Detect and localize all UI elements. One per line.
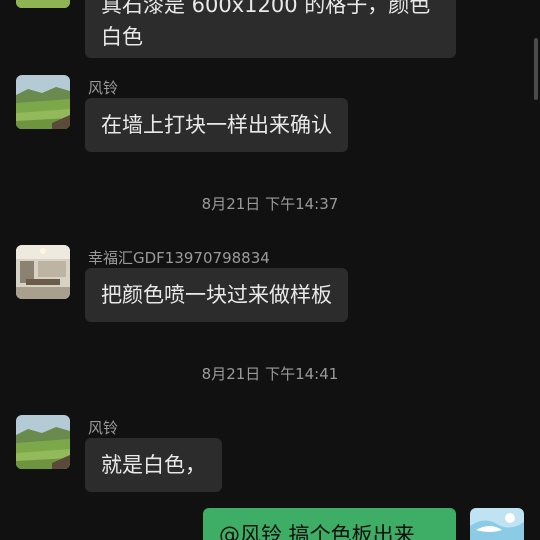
message-text: 把颜色喷一块过来做样板 [101,283,332,307]
sender-name: 风铃 [88,419,119,437]
message-bubble[interactable]: 在墙上打块一样出来确认 [85,98,348,152]
self-message-bubble[interactable]: @风铃 搞个色板出来 [203,508,456,540]
message-bubble[interactable]: 真石漆是 600x1200 的格子，颜色 白色 [85,0,456,58]
message-text-line: 真石漆是 600x1200 的格子，颜色 [101,0,431,17]
message-bubble[interactable]: 把颜色喷一块过来做样板 [85,268,348,322]
timestamp: 8月21日 下午14:41 [201,365,339,383]
timestamp: 8月21日 下午14:37 [201,195,339,213]
chat-screen: 真石漆是 600x1200 的格子，颜色 白色 风铃 在墙上打块一样出来确认 8… [0,0,540,540]
interior-avatar-icon[interactable] [16,245,70,299]
landscape-avatar-icon[interactable] [16,415,70,469]
scrollbar[interactable] [534,38,538,100]
landscape-avatar-icon[interactable] [16,0,70,8]
message-text-line: 白色 [101,25,143,49]
sender-name: 幸福汇GDF13970798834 [88,249,270,267]
landscape-avatar-icon[interactable] [16,75,70,129]
message-bubble[interactable]: 就是白色， [85,438,222,492]
sender-name: 风铃 [88,79,119,97]
sky-avatar-icon[interactable] [470,508,524,540]
message-text: 就是白色， [101,453,206,477]
message-text: 在墙上打块一样出来确认 [101,113,332,137]
message-text: @风铃 搞个色板出来 [219,523,415,540]
